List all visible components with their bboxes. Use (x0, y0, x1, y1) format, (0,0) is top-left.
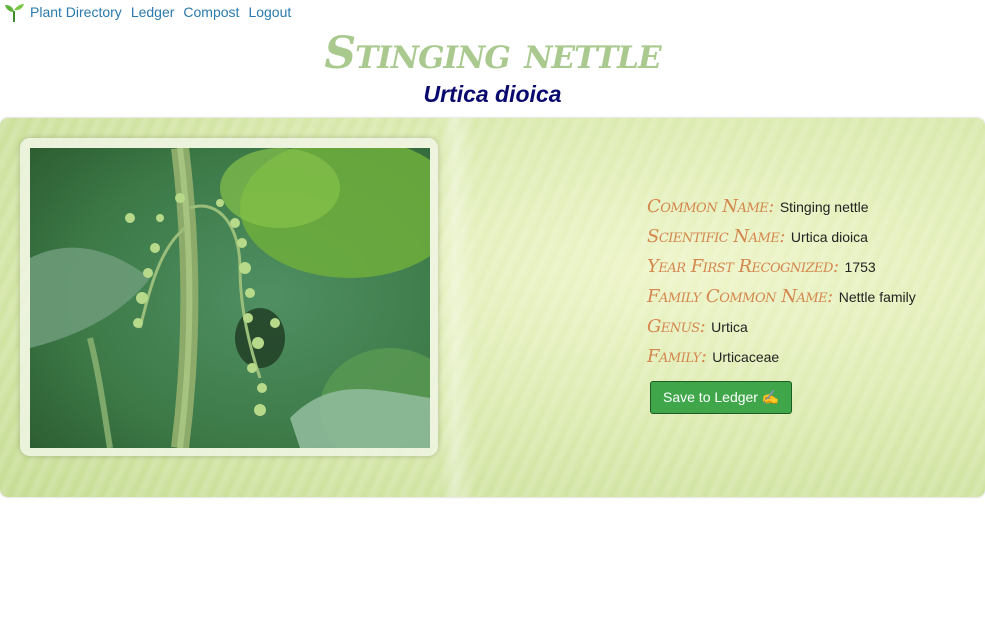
detail-label: Genus: (647, 316, 706, 337)
nav-compost[interactable]: Compost (183, 4, 239, 20)
detail-value: Urtica (711, 319, 748, 335)
detail-value: Nettle family (838, 289, 916, 305)
page-subtitle: Urtica dioica (423, 81, 562, 107)
top-nav: Plant Directory Ledger Compost Logout (0, 0, 300, 24)
detail-row-scientific-name: Scientific Name: Urtica dioica (647, 226, 916, 256)
detail-row-family-common-name: Family Common Name: Nettle family (647, 286, 916, 316)
detail-row-genus: Genus: Urtica (647, 316, 916, 346)
detail-label: Common Name: (647, 196, 774, 217)
detail-row-common-name: Common Name: Stinging nettle (647, 196, 916, 226)
detail-row-year: Year First Recognized: 1753 (647, 256, 916, 286)
detail-row-family: Family: Urticaceae (647, 346, 916, 376)
detail-label: Family Common Name: (647, 286, 833, 307)
photo-frame (20, 138, 438, 456)
detail-value: Urtica dioica (790, 229, 868, 245)
detail-label: Scientific Name: (647, 226, 785, 247)
detail-value: Stinging nettle (779, 199, 869, 215)
seedling-icon[interactable] (3, 1, 25, 23)
nav-plant-directory[interactable]: Plant Directory (30, 4, 122, 20)
details-list: Common Name: Stinging nettle Scientific … (647, 196, 916, 376)
nav-ledger[interactable]: Ledger (131, 4, 175, 20)
detail-value: 1753 (844, 259, 876, 275)
detail-label: Family: (647, 346, 707, 367)
nav-logout[interactable]: Logout (248, 4, 291, 20)
save-to-ledger-button[interactable]: Save to Ledger ✍️ (650, 381, 793, 414)
detail-value: Urticaceae (712, 349, 780, 365)
detail-label: Year First Recognized: (647, 256, 839, 277)
plant-photo (30, 148, 430, 448)
page-title: Stinging nettle (324, 28, 661, 79)
